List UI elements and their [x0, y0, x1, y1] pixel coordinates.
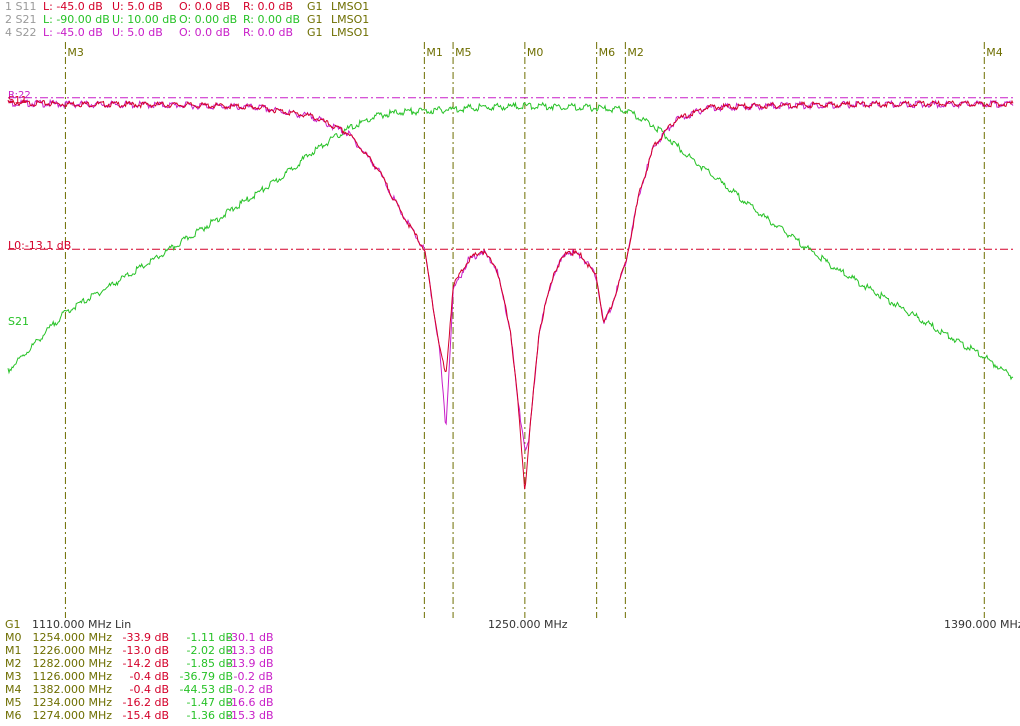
trace-mode: LMSO1 [331, 0, 370, 13]
axis-center-label: 1250.000 MHz [488, 618, 568, 631]
marker-s22: -13.3 dB [227, 644, 274, 657]
marker-label-m6[interactable]: M6 [599, 46, 616, 59]
trace-id: 1 S11 [5, 0, 37, 13]
trace-ref: R: 0.0 dB [243, 0, 294, 13]
marker-freq: 1274.000 MHz [32, 709, 112, 722]
trace-s22 [7, 98, 1014, 452]
trace-id: 2 S21 [5, 13, 37, 26]
marker-freq: 1226.000 MHz [32, 644, 112, 657]
marker-freq: 1254.000 MHz [32, 631, 112, 644]
marker-row[interactable]: M6 1274.000 MHz -15.4 dB -1.36 dB -15.3 dB [5, 709, 305, 722]
marker-s22: -0.2 dB [233, 683, 274, 696]
marker-s22: -30.1 dB [227, 631, 274, 644]
marker-s22: -13.9 dB [227, 657, 274, 670]
s11-label: S11 [8, 95, 27, 106]
marker-label-m5[interactable]: M5 [455, 46, 472, 59]
trace-lower: L: -45.0 dB [43, 26, 103, 39]
trace-mode: LMSO1 [331, 26, 370, 39]
marker-s11: -0.4 dB [129, 683, 170, 696]
trace-offset: O: 0.00 dB [179, 13, 238, 26]
marker-row[interactable]: M1 1226.000 MHz -13.0 dB -2.02 dB -13.3 dB [5, 644, 305, 657]
marker-s21: -1.36 dB [186, 709, 234, 722]
marker-s11: -13.0 dB [122, 644, 170, 657]
axis-stop-label: 1390.000 MHz [944, 618, 1020, 631]
trace-ref: R: 0.00 dB [243, 13, 301, 26]
marker-lines: M3 M1 M5 M0 M6 M2 M4 [64, 42, 1003, 618]
marker-s11: -16.2 dB [122, 696, 170, 709]
s21-label: S21 [8, 315, 29, 328]
marker-s21: -2.02 dB [186, 644, 234, 657]
marker-label-m2[interactable]: M2 [627, 46, 644, 59]
marker-s11: -33.9 dB [122, 631, 170, 644]
marker-s11: -15.4 dB [122, 709, 170, 722]
marker-label-m4[interactable]: M4 [986, 46, 1003, 59]
marker-s11: -0.4 dB [129, 670, 170, 683]
marker-freq: 1282.000 MHz [32, 657, 112, 670]
marker-row[interactable]: M3 1126.000 MHz -0.4 dB -36.79 dB -0.2 dB [5, 670, 305, 683]
trace-mode: LMSO1 [331, 13, 370, 26]
marker-freq: 1382.000 MHz [32, 683, 112, 696]
trace-lower: L: -90.00 dB [43, 13, 110, 26]
marker-row[interactable]: M5 1234.000 MHz -16.2 dB -1.47 dB -16.6 dB [5, 696, 305, 709]
marker-freq: 1126.000 MHz [32, 670, 112, 683]
trace-group: G1 [307, 0, 323, 13]
marker-s21: -44.53 dB [179, 683, 234, 696]
marker-s21: -36.79 dB [179, 670, 234, 683]
sparameter-plot[interactable]: M3 M1 M5 M0 M6 M2 M4 R:22 S11 L0:-13.1 dB S21 [0, 40, 1020, 618]
marker-s21: -1.11 dB [186, 631, 234, 644]
trace-s11 [7, 99, 1014, 490]
marker-row[interactable]: M2 1282.000 MHz -14.2 dB -1.85 dB -13.9 dB [5, 657, 305, 670]
marker-s11: -14.2 dB [122, 657, 170, 670]
marker-s22: -16.6 dB [227, 696, 274, 709]
trace-upper: U: 10.00 dB [112, 13, 177, 26]
trace-upper: U: 5.0 dB [112, 0, 163, 13]
marker-label-m3[interactable]: M3 [67, 46, 84, 59]
trace-lower: L: -45.0 dB [43, 0, 103, 13]
trace-offset: O: 0.0 dB [179, 0, 231, 13]
axis-start-label: 1110.000 MHz Lin [32, 618, 132, 631]
marker-s21: -1.85 dB [186, 657, 234, 670]
limit-label: L0:-13.1 dB [8, 239, 71, 252]
trace-upper: U: 5.0 dB [112, 26, 163, 39]
marker-s22: -15.3 dB [227, 709, 274, 722]
marker-s21: -1.47 dB [186, 696, 234, 709]
marker-label-m0[interactable]: M0 [527, 46, 544, 59]
marker-label-m1[interactable]: M1 [426, 46, 443, 59]
trace-group: G1 [307, 13, 323, 26]
trace-offset: O: 0.0 dB [179, 26, 231, 39]
axis-group: G1 [5, 618, 21, 631]
trace-id: 4 S22 [5, 26, 37, 39]
marker-row[interactable]: M4 1382.000 MHz -0.4 dB -44.53 dB -0.2 dB [5, 683, 305, 696]
marker-s22: -0.2 dB [233, 670, 274, 683]
trace-group: G1 [307, 26, 323, 39]
trace-ref: R: 0.0 dB [243, 26, 294, 39]
marker-freq: 1234.000 MHz [32, 696, 112, 709]
frequency-axis: G1 1110.000 MHz Lin 1250.000 MHz 1390.00… [0, 618, 1020, 631]
marker-row[interactable]: M0 1254.000 MHz -33.9 dB -1.11 dB -30.1 dB [5, 631, 305, 644]
